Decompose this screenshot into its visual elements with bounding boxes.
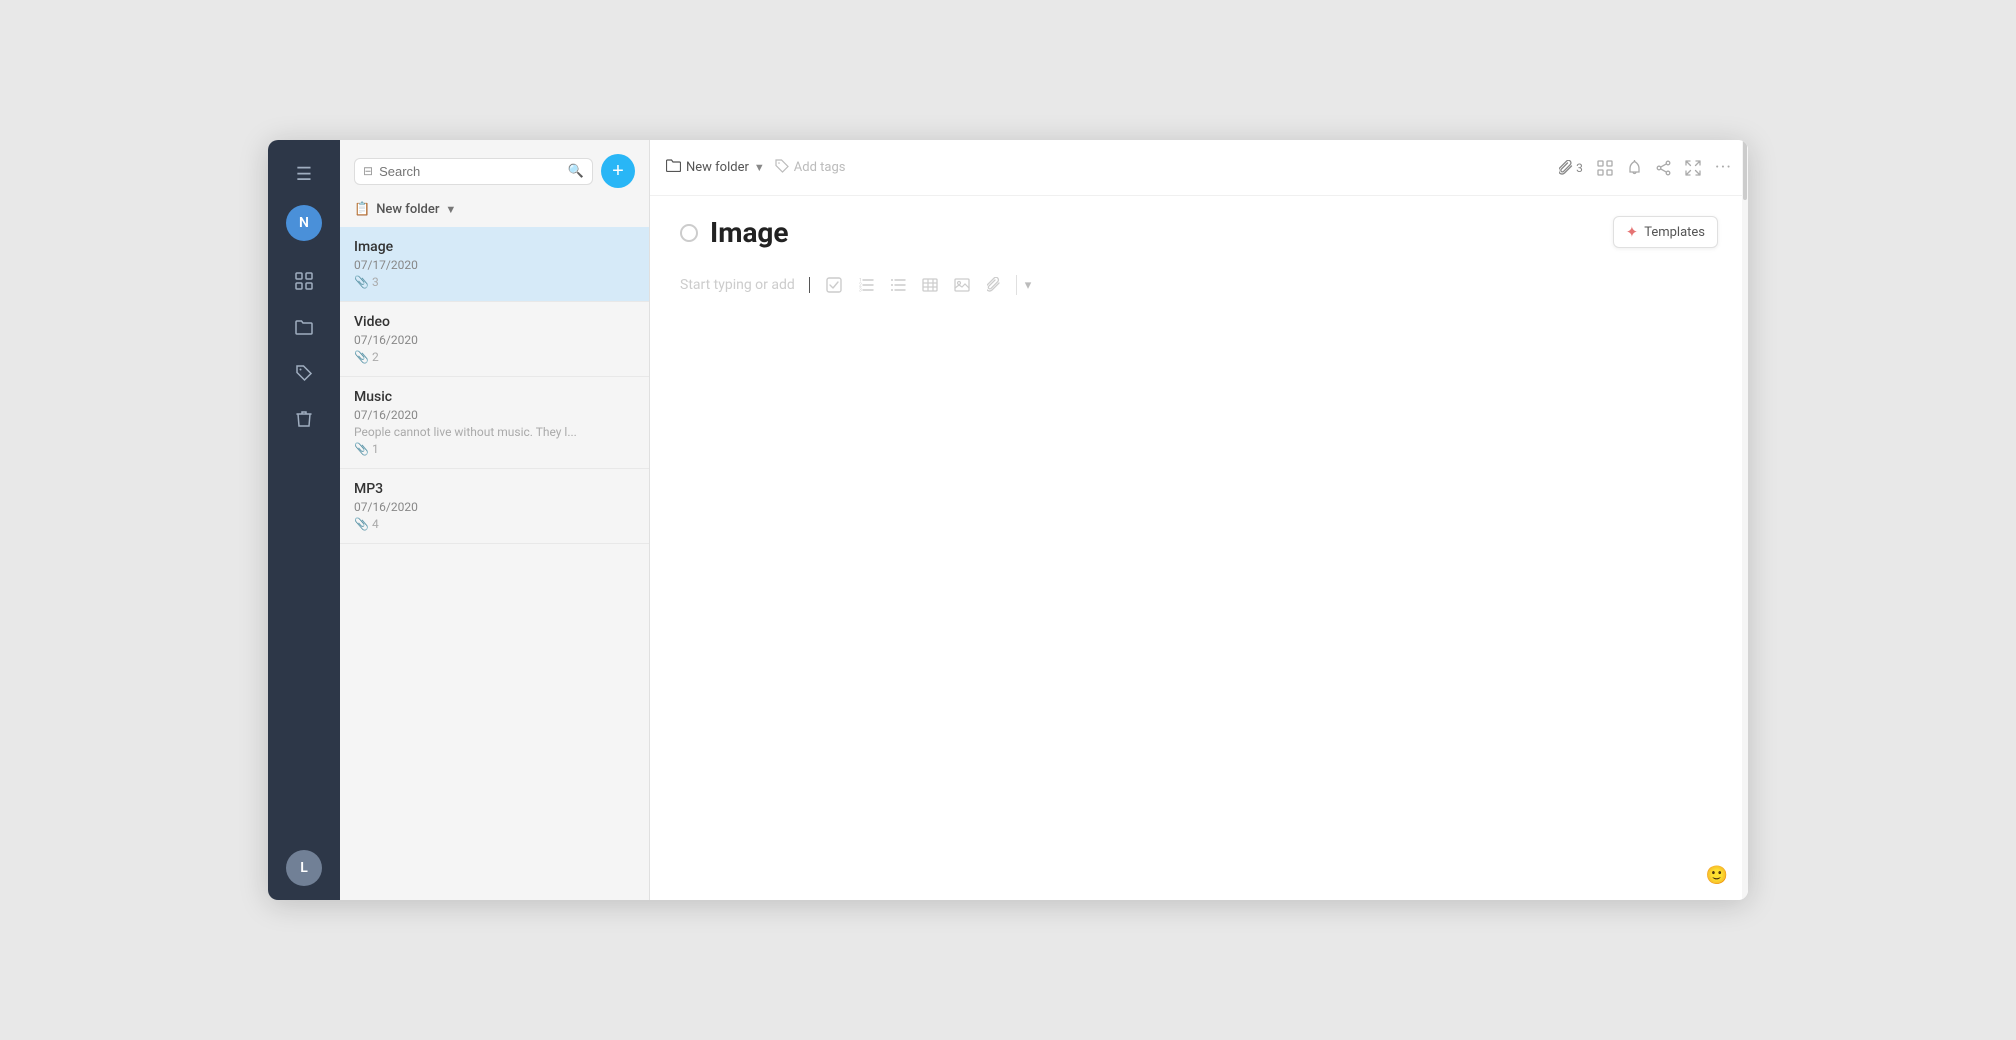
- toolbar-checkbox[interactable]: [820, 271, 848, 299]
- scrollbar-thumb[interactable]: [1743, 140, 1747, 200]
- tag-icon: [775, 159, 789, 177]
- note-item-image[interactable]: Image 07/17/2020 📎 3: [340, 227, 649, 302]
- folder-dropdown-panel[interactable]: ▼: [445, 203, 456, 216]
- toolbar-ordered-list[interactable]: 1 2 3: [852, 271, 880, 299]
- note-date-video: 07/16/2020: [354, 333, 635, 347]
- note-status-circle[interactable]: [680, 224, 698, 242]
- svg-text:3: 3: [859, 288, 862, 293]
- topbar-actions: 3: [1559, 157, 1732, 178]
- expand-action[interactable]: [1685, 160, 1701, 176]
- notes-panel: ⊟ 🔍 + 📋 New folder ▼ Image 07/17/2020 📎 …: [340, 140, 650, 900]
- toolbar-expand[interactable]: ▾: [1025, 278, 1032, 293]
- attachment-count: 3: [1576, 161, 1583, 175]
- cursor-indicator: [809, 277, 810, 293]
- note-date-image: 07/17/2020: [354, 258, 635, 272]
- search-bar[interactable]: ⊟ 🔍: [354, 158, 593, 185]
- toolbar-unordered-list[interactable]: [884, 271, 912, 299]
- editor-toolbar: Start typing or add 1 2: [680, 265, 1718, 305]
- folder-name-panel: New folder: [376, 202, 439, 217]
- avatar-bottom[interactable]: L: [286, 850, 322, 886]
- note-date-mp3: 07/16/2020: [354, 500, 635, 514]
- avatar-top[interactable]: N: [286, 205, 322, 241]
- nav-item-tag[interactable]: [284, 353, 324, 393]
- note-attachment-count-music: 1: [372, 442, 379, 456]
- nav-item-folder[interactable]: [284, 307, 324, 347]
- folder-crumb[interactable]: New folder ▼: [666, 159, 765, 176]
- clip-icon-music: 📎: [354, 442, 369, 456]
- share-action[interactable]: [1656, 160, 1671, 176]
- toolbar-attachment[interactable]: [980, 271, 1008, 299]
- tags-area[interactable]: Add tags: [775, 159, 846, 177]
- note-attachments-image: 📎 3: [354, 275, 635, 289]
- note-title-video: Video: [354, 314, 635, 330]
- folder-crumb-arrow[interactable]: ▼: [754, 161, 765, 174]
- clip-icon-mp3: 📎: [354, 517, 369, 531]
- nav-item-trash[interactable]: [284, 399, 324, 439]
- filter-icon[interactable]: ⊟: [363, 164, 373, 178]
- folder-label-panel: 📋 New folder ▼: [340, 196, 649, 227]
- add-button[interactable]: +: [601, 154, 635, 188]
- more-action[interactable]: ···: [1715, 157, 1732, 178]
- clip-icon-video: 📎: [354, 350, 369, 364]
- toolbar-table[interactable]: [916, 271, 944, 299]
- add-tags-label: Add tags: [794, 160, 846, 175]
- notes-list: Image 07/17/2020 📎 3 Video 07/16/2020 📎 …: [340, 227, 649, 900]
- scrollbar-track: [1742, 140, 1748, 900]
- note-title-mp3: MP3: [354, 481, 635, 497]
- toolbar-divider: [1016, 275, 1017, 295]
- note-title-image: Image: [354, 239, 635, 255]
- toolbar-image[interactable]: [948, 271, 976, 299]
- note-item-music[interactable]: Music 07/16/2020 People cannot live with…: [340, 377, 649, 469]
- notes-panel-header: ⊟ 🔍 +: [340, 140, 649, 196]
- note-item-mp3[interactable]: MP3 07/16/2020 📎 4: [340, 469, 649, 544]
- folder-icon-panel: 📋: [354, 202, 370, 217]
- editor-content[interactable]: Image Start typing or add: [650, 196, 1748, 900]
- search-icon[interactable]: 🔍: [568, 164, 584, 179]
- attachment-action[interactable]: 3: [1559, 160, 1583, 176]
- editor-placeholder[interactable]: Start typing or add: [680, 277, 795, 293]
- note-attachment-count-video: 2: [372, 350, 379, 364]
- nav-items: [284, 261, 324, 850]
- folder-crumb-icon: [666, 159, 681, 176]
- templates-label: Templates: [1644, 225, 1705, 240]
- search-input[interactable]: [379, 164, 562, 179]
- sidebar-dark: ☰ N: [268, 140, 340, 900]
- editor-panel: New folder ▼ Add tags 3: [650, 140, 1748, 900]
- note-attachment-count-mp3: 4: [372, 517, 379, 531]
- grid-view-action[interactable]: [1597, 160, 1613, 176]
- emoji-icon[interactable]: 🙂: [1706, 865, 1728, 886]
- editor-topbar: New folder ▼ Add tags 3: [650, 140, 1748, 196]
- note-item-video[interactable]: Video 07/16/2020 📎 2: [340, 302, 649, 377]
- note-date-music: 07/16/2020: [354, 408, 635, 422]
- folder-crumb-name: New folder: [686, 160, 749, 175]
- note-attachments-music: 📎 1: [354, 442, 635, 456]
- bell-action[interactable]: [1627, 160, 1642, 176]
- note-attachment-count-image: 3: [372, 275, 379, 289]
- note-preview-music: People cannot live without music. They l…: [354, 425, 635, 439]
- nav-item-grid[interactable]: [284, 261, 324, 301]
- clip-icon-image: 📎: [354, 275, 369, 289]
- templates-button[interactable]: ✦ Templates: [1613, 216, 1718, 248]
- note-main-title: Image: [710, 216, 789, 249]
- menu-icon[interactable]: ☰: [286, 154, 322, 195]
- note-title-music: Music: [354, 389, 635, 405]
- note-attachments-mp3: 📎 4: [354, 517, 635, 531]
- app-window: ☰ N: [268, 140, 1748, 900]
- note-attachments-video: 📎 2: [354, 350, 635, 364]
- note-title-row: Image: [680, 216, 1718, 249]
- templates-icon: ✦: [1626, 223, 1639, 241]
